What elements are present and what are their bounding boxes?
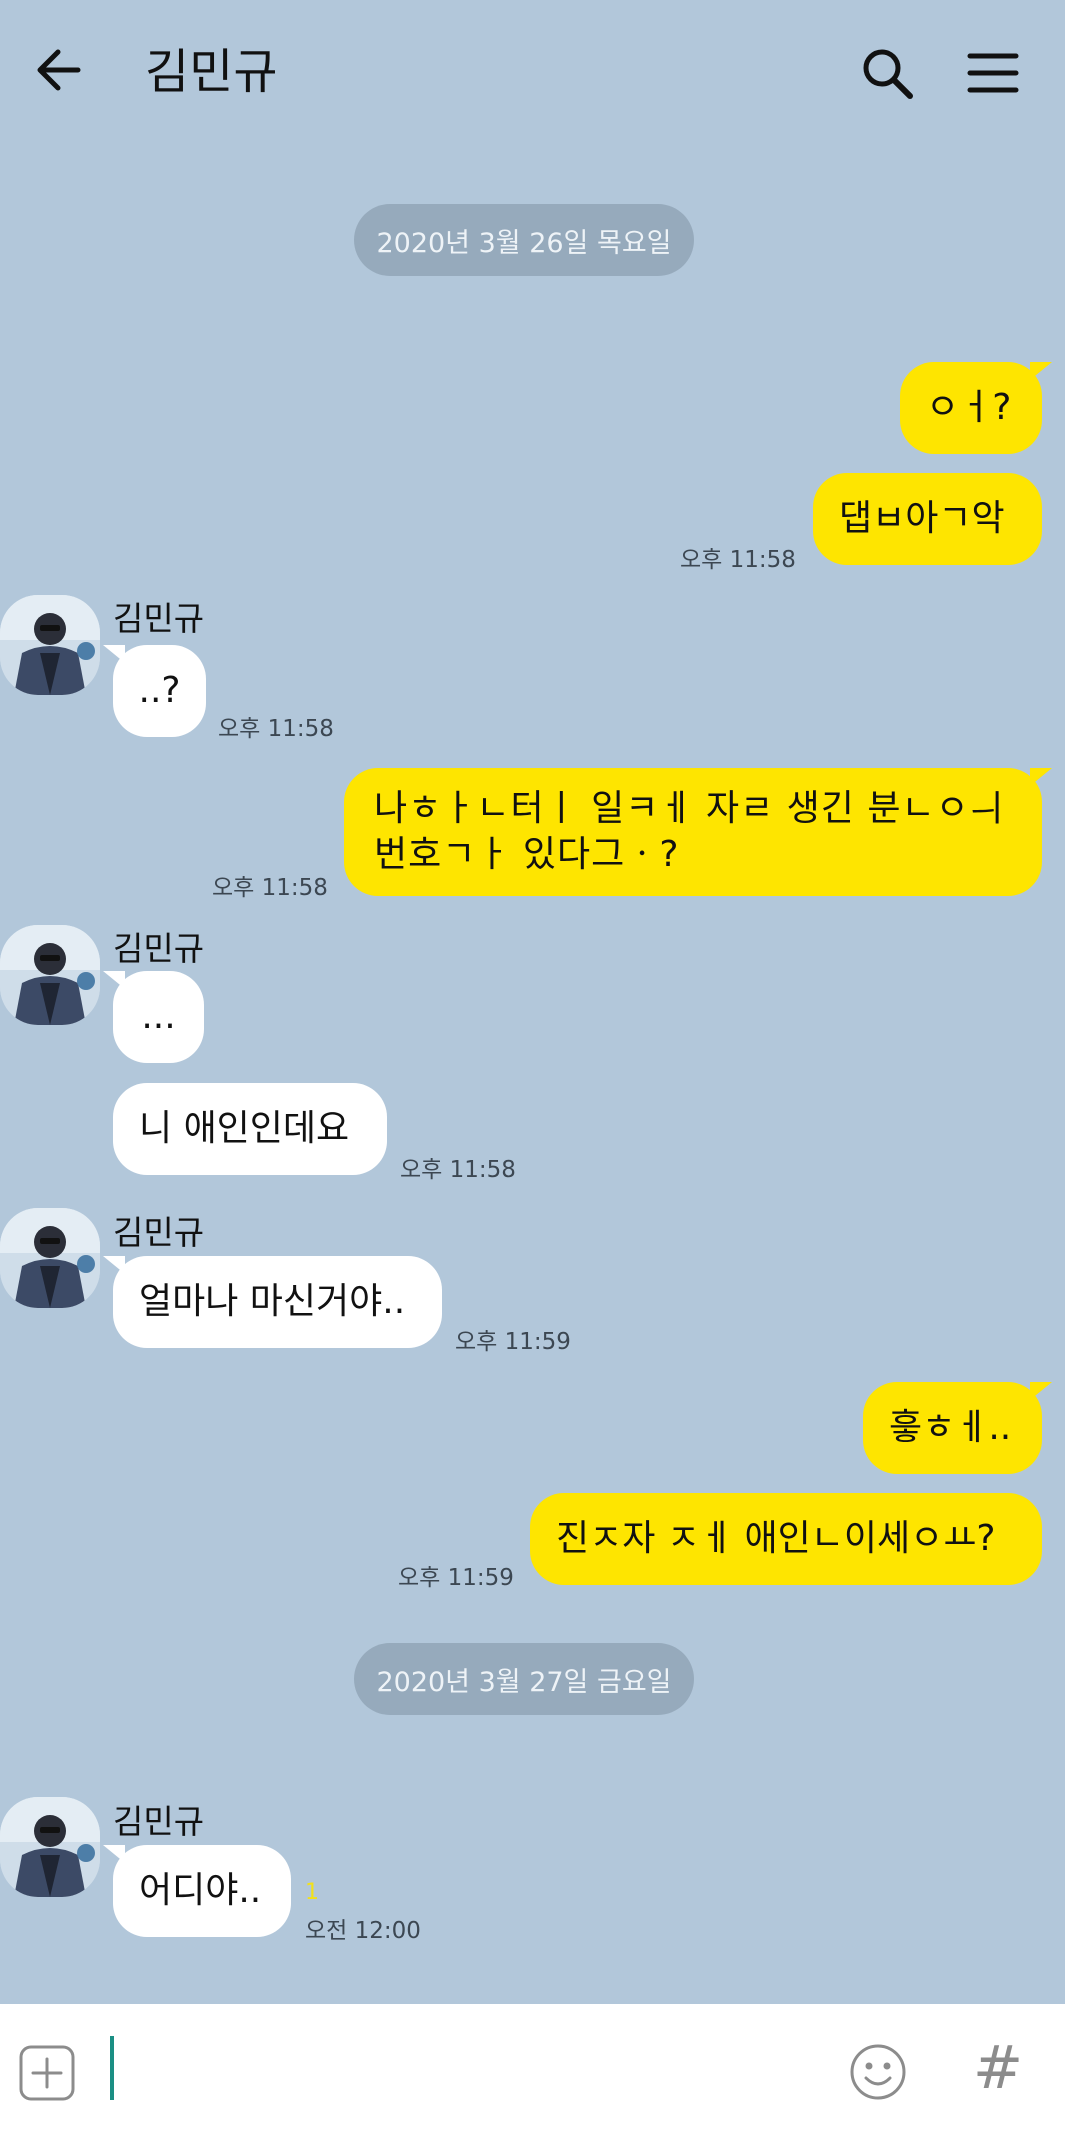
emoji-button[interactable]: [848, 2042, 908, 2102]
avatar[interactable]: [0, 1797, 100, 1897]
message-bubble-received[interactable]: 니 애인인데요: [113, 1083, 387, 1175]
message-input-cursor[interactable]: [110, 2036, 114, 2100]
date-divider: 2020년 3월 27일 금요일: [354, 1643, 694, 1715]
sender-name: 김민규: [113, 1802, 205, 1841]
add-attachment-button[interactable]: [18, 2044, 76, 2102]
message-bubble-sent[interactable]: 진ㅈ자 ㅈㅔ 애인ㄴ이세ㅇㅛ?: [530, 1493, 1042, 1585]
message-time: 오후 11:58: [212, 875, 328, 901]
message-time: 오후 11:59: [455, 1329, 571, 1355]
search-button[interactable]: [858, 44, 916, 102]
message-bubble-received[interactable]: ..?: [103, 645, 206, 737]
profile-photo: [0, 925, 100, 1025]
message-bubble-sent[interactable]: 나ㅎㅏㄴ터ㅣ 일ㅋㅔ 자ㄹ 생긴 분ㄴㅇㅢ 번호ㄱㅏ 있다그ㆍ?: [344, 768, 1052, 896]
avatar[interactable]: [0, 595, 100, 695]
hashtag-search-button[interactable]: #: [968, 2028, 1028, 2108]
message-input-bar: #: [0, 2004, 1065, 2131]
message-bubble-received[interactable]: ...: [103, 971, 204, 1063]
message-bubble-sent[interactable]: 흫ㅎㅔ..: [863, 1382, 1052, 1474]
chat-title: 김민규: [145, 44, 278, 100]
message-bubble-received[interactable]: 얼마나 마신거야..: [103, 1256, 442, 1348]
profile-photo: [0, 1797, 100, 1897]
sender-name: 김민규: [113, 929, 205, 968]
hamburger-menu-icon: [967, 53, 1019, 93]
sender-name: 김민규: [113, 599, 205, 638]
date-divider: 2020년 3월 26일 목요일: [354, 204, 694, 276]
avatar[interactable]: [0, 1208, 100, 1308]
message-time: 오후 11:58: [400, 1157, 516, 1183]
message-time: 오후 11:58: [680, 547, 796, 573]
message-bubble-sent[interactable]: 댑ㅂ아ㄱ악: [813, 473, 1042, 565]
message-time: 오전 12:00: [305, 1918, 421, 1944]
back-button[interactable]: [30, 40, 90, 100]
unread-count: 1: [305, 1880, 319, 1905]
avatar[interactable]: [0, 925, 100, 1025]
profile-photo: [0, 1208, 100, 1308]
message-time: 오후 11:59: [398, 1565, 514, 1591]
smiley-icon: [850, 2044, 906, 2100]
sender-name: 김민규: [113, 1213, 205, 1252]
arrow-left-icon: [37, 49, 81, 91]
search-icon: [863, 49, 913, 99]
menu-button[interactable]: [964, 44, 1022, 102]
profile-photo: [0, 595, 100, 695]
message-bubble-received[interactable]: 어디야..: [103, 1845, 291, 1937]
plus-square-icon: [19, 2045, 75, 2101]
message-time: 오후 11:58: [218, 716, 334, 742]
message-bubble-sent[interactable]: ㅇㅓ?: [900, 362, 1052, 454]
